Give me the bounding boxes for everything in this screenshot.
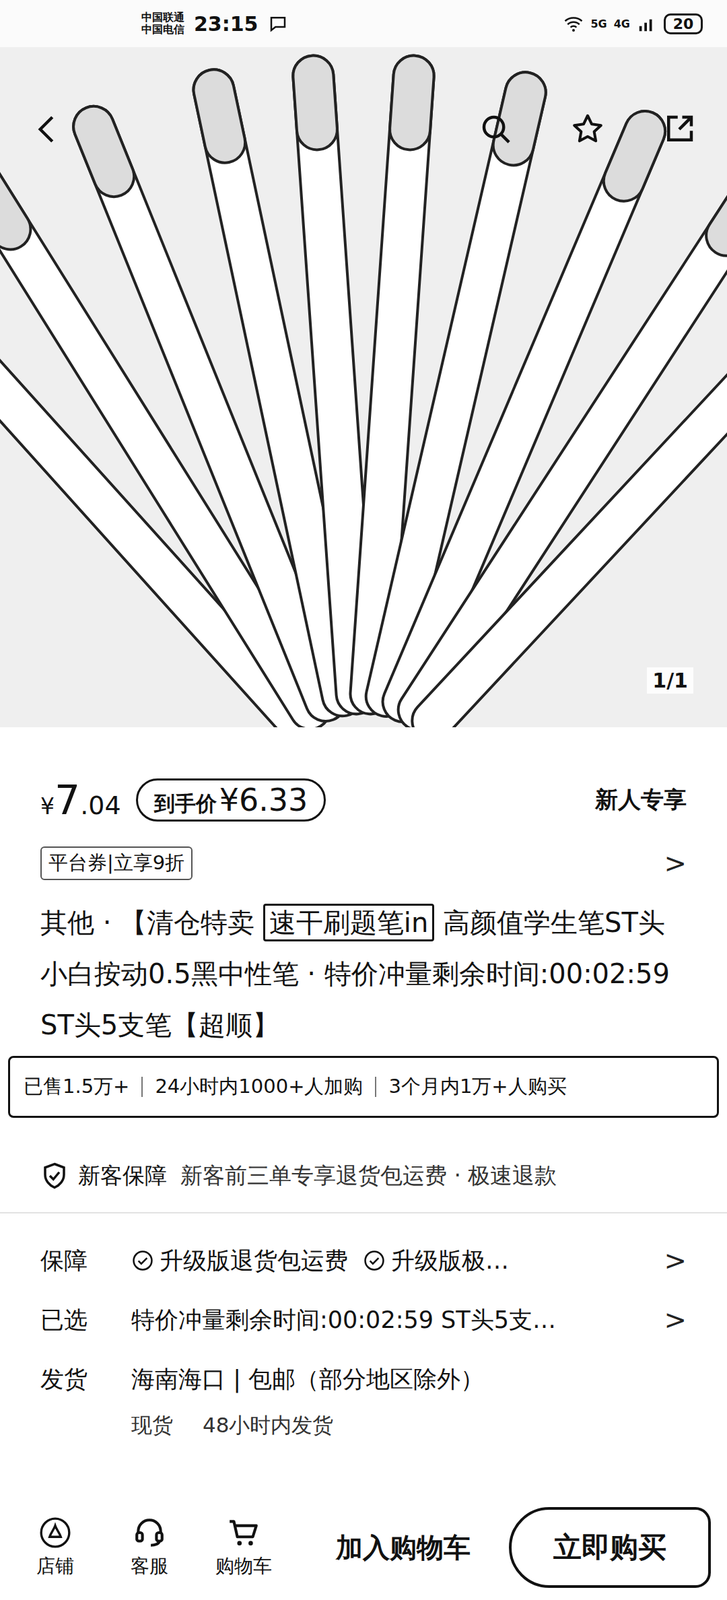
clock: 23:15 — [193, 12, 259, 36]
new-customer-guarantee: 新客保障新客前三单专享退货包运费 · 极速退款 — [40, 1157, 687, 1193]
cart-icon — [226, 1515, 261, 1549]
bottom-action-label: 客服 — [130, 1552, 169, 1579]
share-icon[interactable] — [661, 111, 698, 148]
divider — [374, 1076, 377, 1097]
chevron-icon: > — [655, 847, 687, 879]
sales-stats: 已售1.5万+ 24小时内1000+人加购 3个月内1万+人购买 — [8, 1055, 719, 1118]
product-gallery[interactable]: 中国联通中国电信 23:15 5G 4G 20 1/1 — [0, 0, 727, 727]
info-row[interactable]: 发货海南海口 | 包邮（部分地区除外） — [40, 1348, 687, 1409]
product-info: ¥7.04 到手价¥6.33 新人专享平台券|立享9折 > 其他 · 【清仓特卖 速干刷… — [0, 727, 727, 1495]
row-value: 特价冲量剩余时间:00:02:59 ST头5支… — [131, 1303, 656, 1336]
bottom-action-label: 店铺 — [36, 1552, 75, 1579]
signal-icon — [636, 13, 657, 34]
bottom-action[interactable]: 购物车 — [203, 1515, 285, 1579]
chat-icon — [267, 13, 289, 34]
store-icon — [38, 1515, 73, 1549]
network-label: 4G — [613, 17, 631, 31]
nav-bar — [0, 102, 727, 157]
product-title: 其他 · 【清仓特卖 速干刷题笔in 高颜值学生笔ST头小白按动0.5黑中性笔 … — [40, 896, 687, 1051]
price-row: ¥7.04 到手价¥6.33 新人专享 — [40, 774, 687, 826]
new-user-badge: 新人专享 — [595, 784, 687, 816]
wifi-icon — [563, 13, 584, 34]
carrier: 中国电信 — [141, 23, 185, 36]
status-bar: 中国联通中国电信 23:15 5G 4G 20 — [0, 0, 727, 48]
row-value: 海南海口 | 包邮（部分地区除外） — [131, 1363, 687, 1395]
separator — [0, 1211, 727, 1214]
title-segment: 其他 · 【清仓特卖 — [40, 906, 264, 938]
info-row[interactable]: 保障升级版退货包运费升级版极…> — [40, 1230, 687, 1290]
stat-item: 3个月内1万+人购买 — [388, 1072, 567, 1100]
check-circle-icon — [131, 1248, 155, 1272]
bottom-action[interactable]: 客服 — [109, 1515, 190, 1579]
service-icon — [132, 1515, 167, 1549]
shield-check-icon — [40, 1161, 69, 1190]
network-label: 5G — [590, 17, 607, 31]
stat-item: 已售1.5万+ — [23, 1072, 130, 1100]
coupon-tag[interactable]: 平台券|立享9折 — [40, 846, 193, 880]
final-price: 到手价¥6.33 — [135, 778, 327, 822]
stat-item: 24小时内1000+人加购 — [154, 1072, 363, 1100]
guarantee-item: 升级版退货包运费 — [131, 1244, 349, 1277]
coupon-row[interactable]: 平台券|立享9折 > — [40, 845, 687, 881]
gallery-index: 1/1 — [646, 667, 694, 694]
battery: 20 — [663, 13, 703, 35]
bottom-action[interactable]: 店铺 — [14, 1515, 96, 1579]
title-segment: 速干刷题笔in — [263, 903, 435, 942]
shipping-note: 48小时内发货 — [202, 1410, 334, 1440]
product-image — [0, 0, 727, 727]
buy-now-button[interactable]: 立即购买 — [508, 1506, 711, 1588]
new-customer-label: 新客保障 — [78, 1160, 167, 1191]
new-customer-text: 新客前三单专享退货包运费 · 极速退款 — [180, 1160, 557, 1191]
chevron-icon: > — [655, 1244, 687, 1276]
divider — [141, 1076, 143, 1097]
add-to-cart-button[interactable]: 加入购物车 — [297, 1528, 509, 1566]
carrier: 中国联通 — [141, 11, 185, 24]
shipping-note: 现货 — [131, 1410, 173, 1440]
row-label: 已选 — [40, 1303, 132, 1336]
row-label: 发货 — [40, 1363, 132, 1395]
info-row[interactable]: 已选特价冲量剩余时间:00:02:59 ST头5支…> — [40, 1289, 687, 1349]
carriers: 中国联通中国电信 — [141, 11, 185, 36]
star-icon[interactable] — [569, 111, 606, 148]
check-circle-icon — [362, 1248, 386, 1272]
search-icon[interactable] — [477, 111, 515, 148]
product-page: 中国联通中国电信 23:15 5G 4G 20 1/1 ¥7.04 到手价¥6.33 新人专享平… — [0, 0, 727, 1600]
bottom-action-label: 购物车 — [215, 1552, 272, 1579]
back-icon[interactable] — [29, 111, 66, 148]
price: ¥7.04 — [40, 776, 122, 824]
shipping-detail: 现货 48小时内发货 — [40, 1408, 687, 1442]
row-value: 升级版退货包运费升级版极… — [131, 1244, 656, 1277]
bottom-bar: 店铺 客服 购物车加入购物车立即购买 — [0, 1494, 727, 1600]
row-label: 保障 — [40, 1244, 132, 1277]
chevron-icon: > — [655, 1303, 687, 1335]
guarantee-item: 升级版极… — [362, 1244, 509, 1277]
